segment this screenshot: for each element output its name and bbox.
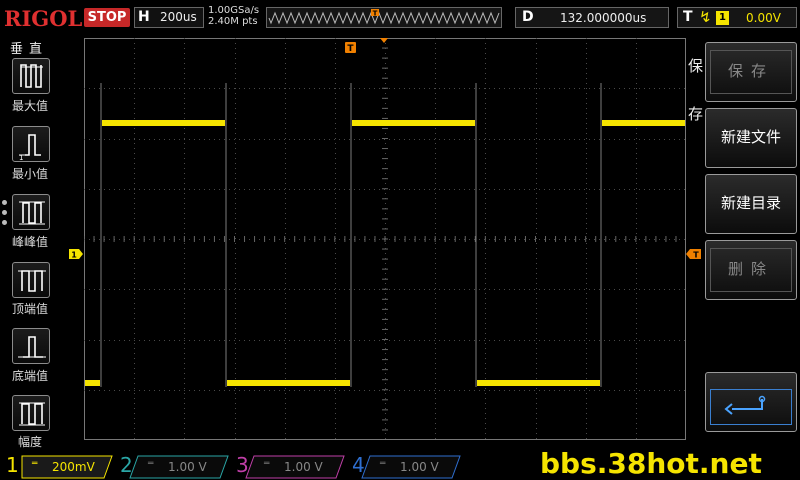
delay-key: D: [522, 9, 534, 25]
vbase-label: 底端值: [11, 369, 48, 383]
ch1-tab[interactable]: 1 ═ 200mV: [0, 453, 112, 478]
left-menu-title: 垂直: [10, 42, 49, 57]
vmin-button[interactable]: 1: [12, 126, 50, 162]
vpp-icon: [19, 201, 45, 225]
return-icon: [724, 395, 766, 415]
overview-trigger-marker: T: [373, 10, 378, 18]
delay-box[interactable]: D 132.000000us: [515, 7, 669, 28]
vpp-button[interactable]: [12, 194, 50, 230]
save-label: 保存: [727, 62, 774, 80]
new-file-button[interactable]: 新建文件: [705, 108, 797, 168]
ch3-scale: 1.00 V: [284, 460, 323, 474]
ch1-number: 1: [6, 453, 19, 477]
sample-rate: 1.00GSa/s: [208, 5, 260, 16]
vtop-button[interactable]: [12, 262, 50, 298]
page-dots: [2, 200, 7, 230]
vmax-icon: [20, 64, 43, 88]
trigger-level: 0.00V: [746, 11, 781, 25]
ch4-coupling-icon: ═: [380, 459, 386, 469]
vamp-button[interactable]: [12, 395, 50, 431]
ch3-tab[interactable]: 3 ═ 1.00 V: [234, 453, 346, 478]
ch2-scale: 1.00 V: [168, 460, 207, 474]
ch4-scale: 1.00 V: [400, 460, 439, 474]
trigger-source: 1: [716, 11, 729, 25]
ch2-coupling-icon: ═: [148, 459, 154, 469]
delay-value: 132.000000us: [560, 11, 647, 25]
trigger-position-marker: T: [345, 42, 356, 54]
watermark: bbs.38hot.net: [540, 447, 762, 480]
vtop-icon: [18, 270, 46, 292]
vamp-icon: [19, 402, 45, 426]
memory-depth: 2.40M pts: [208, 16, 258, 27]
new-file-label: 新建文件: [720, 128, 781, 146]
svg-text:1: 1: [19, 154, 23, 162]
svg-text:T: T: [693, 251, 699, 260]
save-button[interactable]: 保存: [705, 42, 797, 102]
return-button[interactable]: [705, 372, 797, 432]
waveform-display[interactable]: [84, 38, 686, 440]
timebase-value: 200us: [160, 10, 197, 24]
vpp-label: 峰峰值: [11, 235, 48, 249]
rising-edge-icon: ↯: [699, 8, 712, 26]
vmin-icon: 1: [19, 134, 41, 162]
delete-button[interactable]: 删除: [705, 240, 797, 300]
ch3-number: 3: [236, 453, 249, 477]
vbase-icon: [18, 336, 46, 358]
vbase-button[interactable]: [12, 328, 50, 364]
new-folder-button[interactable]: 新建目录: [705, 174, 797, 234]
trigger-key: T: [683, 9, 693, 25]
ch2-number: 2: [120, 453, 133, 477]
ch1-offset-marker[interactable]: 1: [69, 249, 85, 261]
svg-text:T: T: [347, 44, 354, 54]
acquisition-info: 1.00GSa/s 2.40M pts: [208, 5, 259, 27]
vtop-label: 顶端值: [11, 302, 48, 316]
delete-label: 删除: [727, 260, 774, 278]
ch1-coupling-icon: ═: [32, 459, 38, 469]
horizontal-center-marker: [380, 38, 388, 43]
rigol-logo: RIGOL: [4, 6, 83, 31]
vmax-button[interactable]: [12, 58, 50, 94]
right-menu-title: 保存: [688, 57, 704, 123]
ch2-tab[interactable]: 2 ═ 1.00 V: [118, 453, 230, 478]
graticule: [84, 38, 686, 440]
ch4-number: 4: [352, 453, 365, 477]
run-stop-status[interactable]: STOP: [84, 8, 130, 27]
vmax-label: 最大值: [11, 99, 48, 113]
trigger-level-marker[interactable]: T: [686, 249, 702, 261]
ch4-tab[interactable]: 4 ═ 1.00 V: [350, 453, 462, 478]
memory-waveform-overview: T: [266, 7, 502, 28]
ch3-coupling-icon: ═: [264, 459, 270, 469]
timebase-box[interactable]: H 200us: [134, 7, 204, 28]
vmin-label: 最小值: [11, 167, 48, 181]
overview-wave: T: [268, 9, 500, 25]
timebase-key: H: [138, 9, 150, 25]
new-folder-label: 新建目录: [720, 194, 781, 212]
svg-text:1: 1: [71, 251, 77, 260]
ch1-scale: 200mV: [52, 460, 95, 474]
trigger-box[interactable]: T ↯ 1 0.00V: [677, 7, 797, 28]
vamp-label: 幅度: [17, 435, 42, 449]
